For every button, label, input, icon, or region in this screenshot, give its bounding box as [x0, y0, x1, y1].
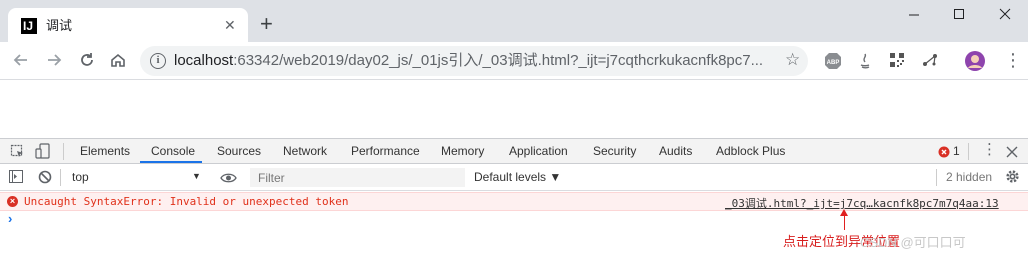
- site-info-icon[interactable]: i: [150, 53, 166, 69]
- tab-network[interactable]: Network: [283, 144, 327, 159]
- browser-tab[interactable]: IJ 调试 ✕: [8, 8, 248, 42]
- annotation-arrow: [844, 212, 845, 230]
- csdn-watermark: CSDN @可口口可: [860, 235, 966, 250]
- toolbar-separator: [936, 169, 937, 186]
- network-icon[interactable]: [921, 52, 939, 70]
- reload-button[interactable]: [78, 51, 96, 73]
- devtools-tabbar: Elements Console Sources Network Perform…: [0, 138, 1028, 164]
- eye-icon[interactable]: [220, 171, 237, 189]
- abp-icon[interactable]: ABP: [824, 52, 842, 70]
- devtools-menu-icon[interactable]: ⋮: [982, 142, 997, 157]
- sidebar-toggle-icon[interactable]: [9, 170, 23, 188]
- hidden-messages-count: 2 hidden: [946, 170, 993, 184]
- tab-performance[interactable]: Performance: [351, 144, 420, 159]
- profile-icon[interactable]: [964, 50, 986, 71]
- dropdown-arrow-icon: ▼: [192, 171, 201, 181]
- tab-audits[interactable]: Audits: [659, 144, 692, 159]
- page-content: [0, 80, 1028, 138]
- back-button[interactable]: [12, 51, 30, 73]
- tab-separator: [968, 143, 969, 160]
- tab-sources[interactable]: Sources: [217, 144, 261, 159]
- console-error-message: × Uncaught SyntaxError: Invalid or unexp…: [0, 192, 1028, 211]
- settings-gear-icon[interactable]: [1005, 169, 1020, 189]
- maximize-button[interactable]: [953, 6, 965, 29]
- tab-console[interactable]: Console: [151, 144, 195, 159]
- clear-console-icon[interactable]: [38, 170, 52, 189]
- error-text: Uncaught SyntaxError: Invalid or unexpec…: [24, 195, 349, 208]
- browser-window: IJ 调试 ✕ + i localhost:63342/web2019/day0…: [0, 0, 1028, 259]
- error-count-icon[interactable]: [938, 145, 950, 163]
- error-source-link[interactable]: _03调试.html?_ijt=j7cq…kacnfk8pc7m7q4aa:13: [725, 195, 999, 211]
- qrcode-icon[interactable]: [889, 52, 905, 70]
- tab-adblock-plus[interactable]: Adblock Plus: [716, 144, 785, 159]
- inspect-element-icon[interactable]: [10, 144, 25, 164]
- chrome-menu-button[interactable]: ⋮: [1004, 50, 1022, 70]
- address-bar[interactable]: i localhost:63342/web2019/day02_js/_01js…: [140, 46, 808, 76]
- console-toolbar: top ▼ Filter Default levels ▼ 2 hidden: [0, 164, 1028, 191]
- close-window-button[interactable]: [999, 6, 1011, 29]
- url-text[interactable]: localhost:63342/web2019/day02_js/_01js引入…: [174, 52, 763, 70]
- tab-security[interactable]: Security: [593, 144, 636, 159]
- error-icon: ×: [7, 196, 18, 207]
- tab-separator: [63, 143, 64, 160]
- minimize-button[interactable]: [908, 6, 920, 29]
- console-prompt-icon[interactable]: ›: [8, 212, 12, 226]
- devtools-close-icon[interactable]: [1006, 145, 1018, 163]
- browser-toolbar: i localhost:63342/web2019/day02_js/_01js…: [0, 42, 1028, 80]
- java-icon[interactable]: [857, 52, 873, 70]
- filter-input[interactable]: Filter: [250, 168, 465, 187]
- new-tab-button[interactable]: +: [260, 13, 273, 35]
- tab-title: 调试: [46, 18, 73, 33]
- context-selector[interactable]: top ▼: [64, 168, 204, 187]
- log-levels-dropdown[interactable]: Default levels ▼: [474, 170, 561, 184]
- forward-button[interactable]: [45, 51, 63, 73]
- tab-application[interactable]: Application: [509, 144, 568, 159]
- bookmark-star-icon[interactable]: ☆: [785, 51, 800, 69]
- tab-elements[interactable]: Elements: [80, 144, 130, 159]
- toolbar-separator: [60, 169, 61, 186]
- tab-close-icon[interactable]: ✕: [224, 17, 236, 33]
- error-count[interactable]: 1: [953, 144, 960, 159]
- intellij-favicon-icon: IJ: [21, 18, 37, 34]
- home-button[interactable]: [109, 51, 127, 73]
- tab-strip: IJ 调试 ✕ +: [0, 0, 1028, 42]
- device-toolbar-icon[interactable]: [35, 143, 51, 165]
- tab-memory[interactable]: Memory: [441, 144, 484, 159]
- svg-text:ABP: ABP: [827, 60, 840, 66]
- active-tab-indicator: [140, 161, 202, 163]
